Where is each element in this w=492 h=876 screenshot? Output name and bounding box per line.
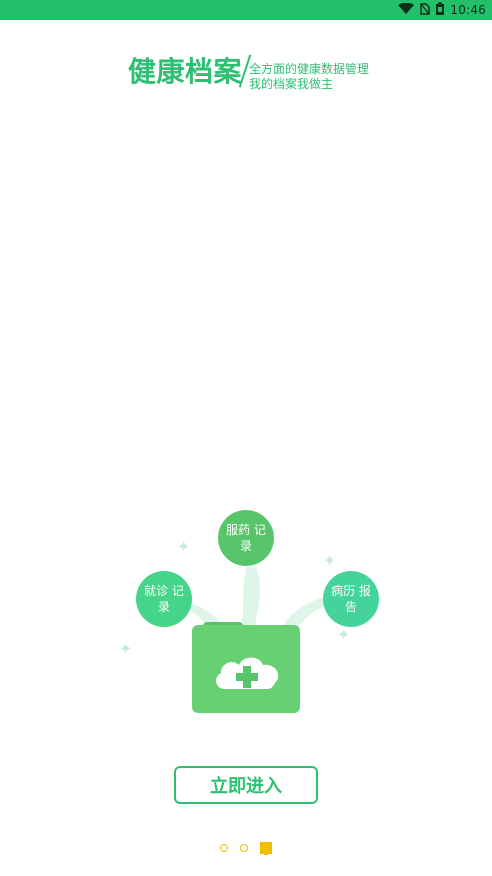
app-header: 健康档案 全方面的健康数据管理 我的档案我做主 (128, 50, 388, 91)
no-sim-icon (420, 2, 431, 18)
visit-record-bubble: 就诊 记录 (136, 571, 192, 627)
health-records-illustration: ✦ ✦ ✦ ✦ 服药 记录 就诊 记录 病历 报告 (115, 505, 385, 725)
status-time: 10:46 (450, 3, 486, 17)
medical-report-label: 病历 报告 (331, 584, 371, 614)
status-bar: 10:46 (0, 0, 492, 20)
cloud-plus-icon (213, 653, 283, 691)
page-dot-2[interactable] (240, 844, 248, 852)
header-title: 健康档案 (128, 55, 243, 88)
medication-record-label: 服药 记录 (226, 523, 266, 553)
page-dot-3-active[interactable] (260, 842, 272, 855)
visit-record-label: 就诊 记录 (144, 584, 184, 614)
medication-record-bubble: 服药 记录 (218, 510, 274, 566)
page-dot-1[interactable] (220, 844, 228, 852)
lightbulb-icon (261, 842, 271, 855)
wifi-icon (398, 2, 415, 18)
header-subtitle-2: 我的档案我做主 (249, 77, 334, 91)
enter-now-button[interactable]: 立即进入 (174, 766, 318, 804)
page-indicator (220, 840, 280, 856)
status-icons: 10:46 (398, 0, 486, 20)
battery-icon (436, 2, 445, 18)
medical-report-bubble: 病历 报告 (323, 571, 379, 627)
